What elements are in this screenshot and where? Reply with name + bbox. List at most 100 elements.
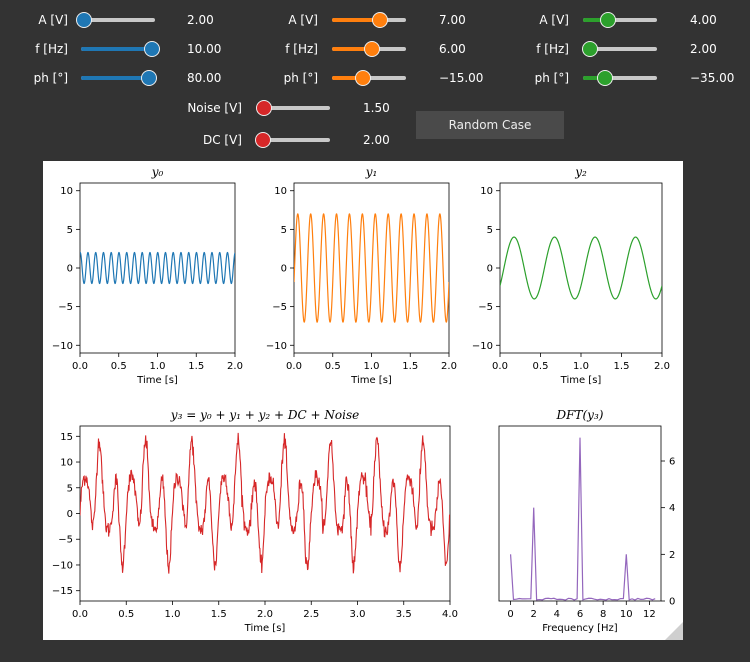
slider-noise-label: Noise [V] [187, 101, 242, 115]
chart-4-title: DFT(y₃) [556, 408, 604, 422]
chart-3-xtick-label: 0.5 [118, 609, 134, 620]
figure-canvas: y₀ Time [s] 0.0 0.5 1.0 1.5 2.0 10 5 0 −5 −10 y₁ Time… [43, 161, 683, 640]
slider-ph-2-value: −35.00 [690, 71, 735, 85]
slider-ph-2-handle[interactable] [596, 69, 613, 86]
chart-2-xtick-label: 0.0 [492, 361, 508, 372]
slider-noise-value: 1.50 [363, 101, 390, 115]
chart-2-xtick-label: 1.0 [573, 361, 589, 372]
chart-0-xlabel: Time [s] [136, 375, 178, 386]
chart-1-series-line [294, 213, 449, 323]
chart-4-xtick-label: 0 [507, 609, 513, 620]
chart-0-ytick-label: −5 [58, 302, 73, 313]
slider-a-2-handle[interactable] [600, 11, 617, 28]
chart-0-ytick-label: 10 [60, 186, 73, 197]
chart-0: y₀ Time [s] 0.0 0.5 1.0 1.5 2.0 10 5 0 −5 −10 [52, 165, 243, 386]
chart-2-xtick-label: 0.5 [533, 361, 549, 372]
slider-dc-value: 2.00 [363, 133, 390, 147]
chart-3-ytick-label: 15 [60, 432, 73, 443]
chart-4-ytick-label: 0 [669, 597, 675, 608]
slider-noise: Noise [V] 1.50 [0, 98, 750, 118]
chart-2-xtick-label: 2.0 [654, 361, 670, 372]
chart-1-ytick-label: 10 [274, 186, 287, 197]
chart-0-ytick-label: −10 [52, 341, 73, 352]
chart-1: y₁ Time [s] 0.0 0.5 1.0 1.5 2.0 10 5 0 −5 −10 [266, 165, 457, 386]
chart-3-xtick-label: 3.0 [350, 609, 366, 620]
random-case-button[interactable]: Random Case [416, 111, 564, 139]
chart-1-xlabel: Time [s] [350, 375, 392, 386]
plots-svg: y₀ Time [s] 0.0 0.5 1.0 1.5 2.0 10 5 0 −5 −10 y₁ Time… [52, 165, 675, 634]
chart-2: y₂ Time [s] 0.0 0.5 1.0 1.5 2.0 10 5 0 −5 −10 [472, 165, 670, 386]
chart-0-xtick-label: 0.0 [72, 361, 88, 372]
chart-0-ytick-label: 5 [67, 225, 73, 236]
chart-2-ytick-label: 10 [480, 186, 493, 197]
slider-f-2: f [Hz] 2.00 [0, 39, 750, 59]
chart-4-xtick-label: 8 [600, 609, 606, 620]
slider-f-2-label: f [Hz] [536, 42, 569, 56]
chart-4: DFT(y₃) Frequency [Hz] 0 2 4 6 8 10 12 6 4 2 0 [498, 408, 675, 634]
chart-0-xtick-label: 0.5 [111, 361, 127, 372]
chart-3-ytick-label: −10 [52, 560, 73, 571]
slider-ph-2: ph [°] −35.00 [0, 68, 750, 88]
chart-3-xtick-label: 0.0 [72, 609, 88, 620]
slider-a-2: A [V] 4.00 [0, 10, 750, 30]
chart-3-xtick-label: 1.5 [211, 609, 227, 620]
chart-3-xtick-label: 2.0 [257, 609, 273, 620]
slider-dc-label: DC [V] [202, 133, 242, 147]
chart-4-series-line [509, 437, 656, 601]
chart-1-xtick-label: 1.5 [402, 361, 418, 372]
chart-4-xtick-label: 6 [577, 609, 583, 620]
chart-3-xtick-label: 4.0 [442, 609, 458, 620]
chart-3-ytick-label: 10 [60, 458, 73, 469]
chart-0-xtick-label: 2.0 [227, 361, 243, 372]
slider-a-2-label: A [V] [539, 13, 569, 27]
chart-4-ytick-label: 2 [669, 550, 675, 561]
chart-3: y₃ = y₀ + y₁ + y₂ + DC + Noise Time [s] 0.… [52, 408, 458, 634]
chart-3-xtick-label: 2.5 [303, 609, 319, 620]
chart-1-xtick-label: 2.0 [441, 361, 457, 372]
chart-4-xtick-label: 12 [643, 609, 656, 620]
chart-2-title: y₂ [574, 165, 587, 179]
slider-a-2-value: 4.00 [690, 13, 717, 27]
chart-1-xtick-label: 0.0 [286, 361, 302, 372]
chart-2-xlabel: Time [s] [560, 375, 602, 386]
chart-4-xtick-label: 2 [531, 609, 537, 620]
resize-grip[interactable] [665, 622, 683, 640]
chart-1-ytick-label: −5 [272, 302, 287, 313]
chart-0-ytick-label: 0 [67, 264, 73, 275]
chart-1-ytick-label: −10 [266, 341, 287, 352]
slider-noise-handle[interactable] [256, 99, 273, 116]
slider-f-2-handle[interactable] [581, 40, 598, 57]
chart-4-xtick-label: 10 [620, 609, 633, 620]
chart-3-xlabel: Time [s] [244, 623, 286, 634]
chart-3-title: y₃ = y₀ + y₁ + y₂ + DC + Noise [170, 408, 359, 422]
chart-0-xtick-label: 1.0 [150, 361, 166, 372]
chart-2-ytick-label: 5 [487, 225, 493, 236]
chart-0-frame [79, 182, 236, 354]
chart-2-series-line [500, 236, 662, 300]
chart-3-series-line [80, 432, 450, 574]
slider-dc-handle[interactable] [254, 131, 271, 148]
chart-3-ytick-label: −15 [52, 586, 73, 597]
chart-3-xtick-label: 3.5 [396, 609, 412, 620]
chart-2-xtick-label: 1.5 [614, 361, 630, 372]
chart-1-xtick-label: 0.5 [325, 361, 341, 372]
chart-0-series-line [80, 251, 235, 285]
chart-4-ytick-label: 4 [669, 503, 675, 514]
chart-0-xtick-label: 1.5 [188, 361, 204, 372]
chart-0-title: y₀ [151, 165, 164, 179]
chart-3-ytick-label: 5 [67, 483, 73, 494]
slider-ph-2-label: ph [°] [534, 71, 569, 85]
chart-2-ytick-label: 0 [487, 264, 493, 275]
slider-dc: DC [V] 2.00 [0, 130, 750, 150]
chart-3-xtick-label: 1.0 [165, 609, 181, 620]
chart-1-ytick-label: 5 [281, 225, 287, 236]
chart-1-ytick-label: 0 [281, 264, 287, 275]
chart-3-ytick-label: −5 [58, 535, 73, 546]
slider-f-2-value: 2.00 [690, 42, 717, 56]
chart-4-xlabel: Frequency [Hz] [542, 623, 618, 634]
chart-1-xtick-label: 1.0 [364, 361, 380, 372]
chart-2-ytick-label: −10 [472, 341, 493, 352]
chart-4-ytick-label: 6 [669, 457, 675, 468]
chart-3-ytick-label: 0 [67, 509, 73, 520]
chart-2-ytick-label: −5 [478, 302, 493, 313]
